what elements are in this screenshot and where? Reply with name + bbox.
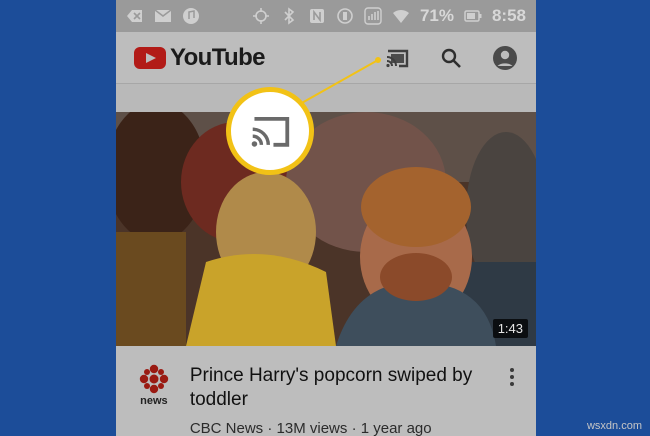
video-thumbnail[interactable]: 1:43 bbox=[116, 112, 536, 346]
cbc-logo-icon bbox=[139, 364, 169, 394]
music-icon bbox=[182, 7, 200, 25]
cast-button[interactable] bbox=[384, 45, 410, 71]
status-bar: 71% 8:58 bbox=[116, 0, 536, 32]
view-count: 13M views bbox=[276, 420, 348, 436]
phone-screen: 71% 8:58 YouTube 1:43 news Prince Harry'… bbox=[116, 0, 536, 436]
bluetooth-icon bbox=[280, 7, 298, 25]
vibrate-icon bbox=[336, 7, 354, 25]
signal-icon bbox=[364, 7, 382, 25]
youtube-play-icon bbox=[134, 46, 166, 69]
account-button[interactable] bbox=[492, 45, 518, 71]
more-options-button[interactable] bbox=[508, 364, 516, 436]
location-icon bbox=[252, 7, 270, 25]
youtube-logo[interactable]: YouTube bbox=[134, 43, 266, 72]
kebab-dot bbox=[510, 382, 515, 386]
separator: · bbox=[351, 420, 357, 436]
cast-icon bbox=[251, 117, 290, 147]
channel-name[interactable]: CBC News bbox=[190, 420, 263, 436]
mail-icon bbox=[154, 7, 172, 25]
wifi-icon bbox=[392, 7, 410, 25]
search-icon bbox=[441, 48, 461, 68]
kebab-dot bbox=[510, 368, 515, 372]
account-icon bbox=[493, 45, 517, 70]
cast-callout bbox=[226, 87, 314, 175]
back-icon bbox=[126, 7, 144, 25]
separator: · bbox=[267, 420, 273, 436]
video-subtitle: CBC News · 13M views · 1 year ago bbox=[190, 420, 508, 436]
youtube-logo-text: YouTube bbox=[170, 43, 266, 71]
thumbnail-image bbox=[116, 112, 536, 346]
search-button[interactable] bbox=[438, 45, 464, 71]
channel-avatar[interactable]: news bbox=[138, 364, 170, 408]
upload-age: 1 year ago bbox=[360, 420, 432, 436]
chip-bar bbox=[116, 84, 536, 112]
channel-logo-text: news bbox=[140, 395, 168, 407]
video-duration: 1:43 bbox=[492, 319, 528, 338]
nfc-icon bbox=[308, 7, 326, 25]
watermark: wsxdn.com bbox=[586, 420, 642, 432]
battery-icon bbox=[464, 7, 482, 25]
video-meta: news Prince Harry's popcorn swiped by to… bbox=[116, 346, 536, 436]
cast-icon bbox=[386, 49, 409, 67]
kebab-dot bbox=[510, 375, 515, 379]
app-bar: YouTube bbox=[116, 32, 536, 84]
battery-percent: 71% bbox=[419, 6, 454, 25]
video-title[interactable]: Prince Harry's popcorn swiped by toddler bbox=[190, 364, 508, 412]
clock: 8:58 bbox=[491, 6, 526, 25]
